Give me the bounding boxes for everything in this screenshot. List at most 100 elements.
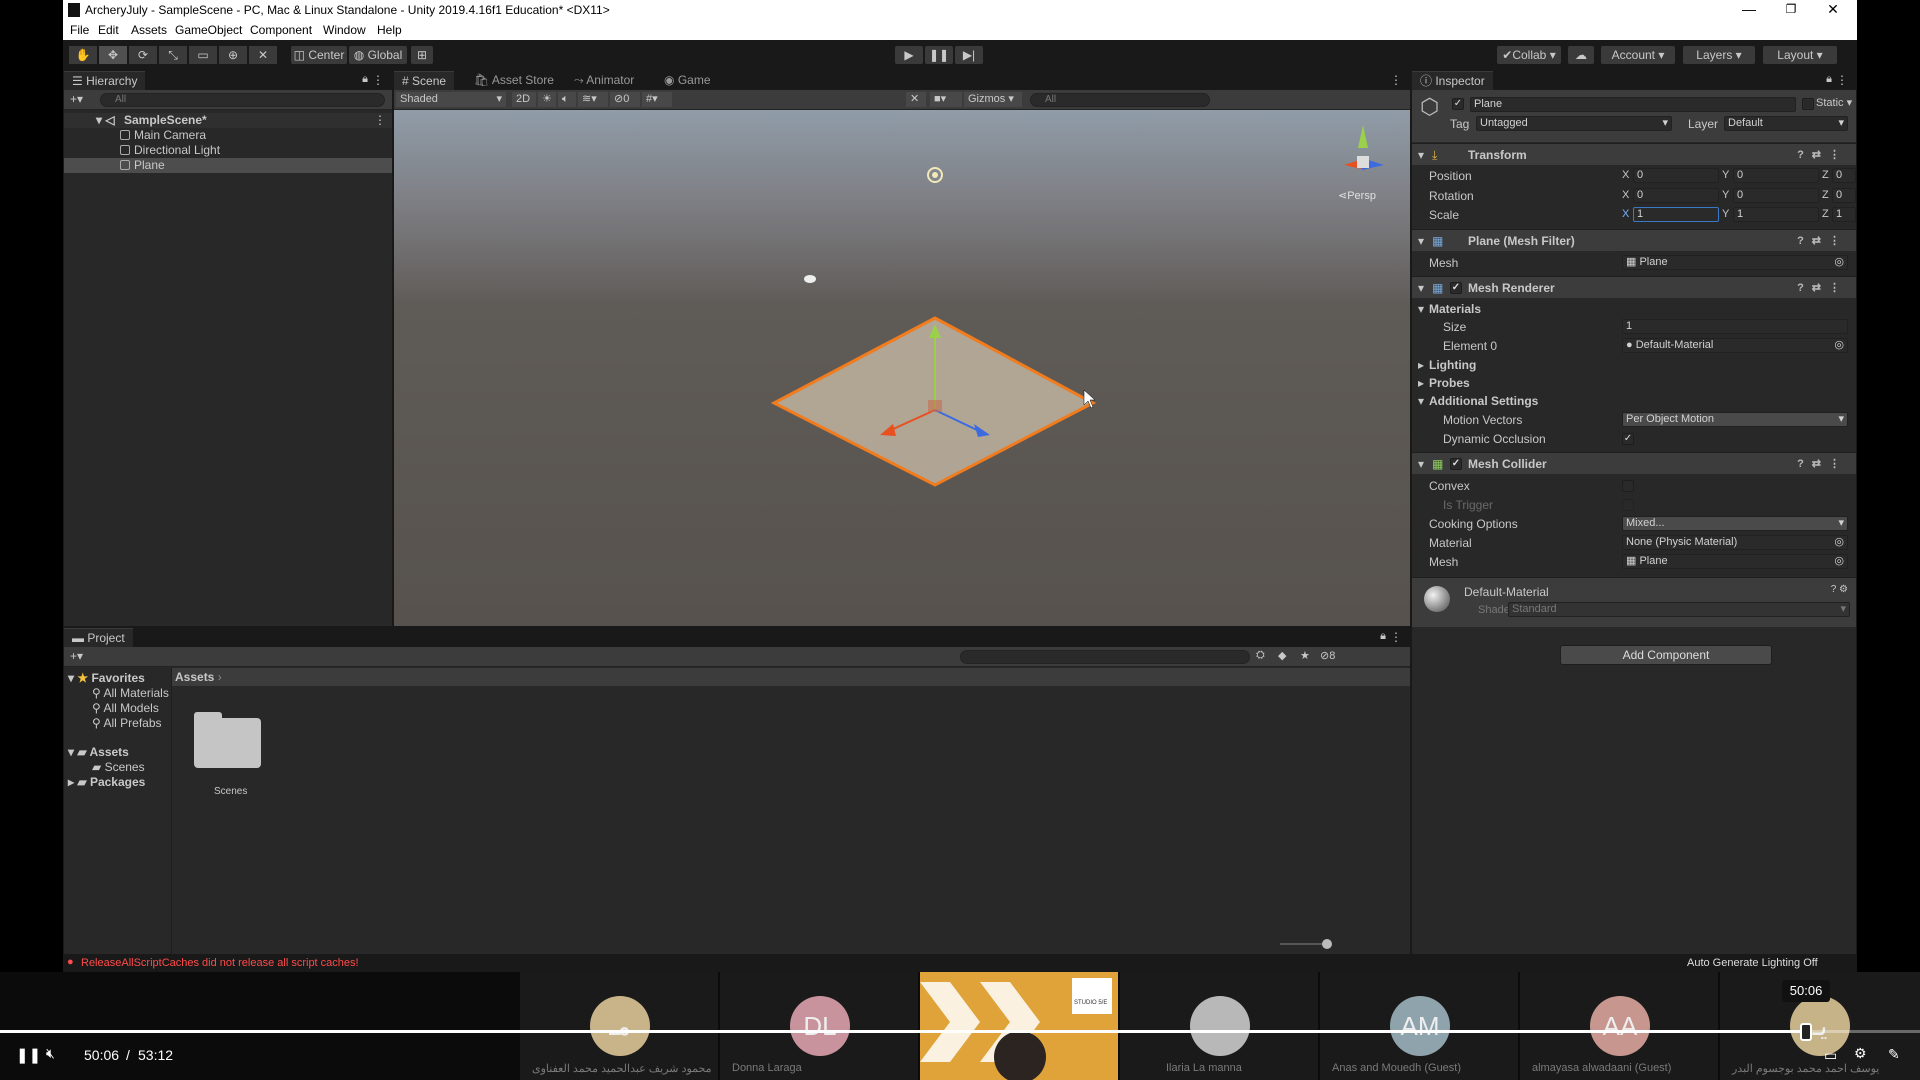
cloud-icon[interactable]: ☁ [1568,46,1594,64]
scale-x-field[interactable]: 1 [1633,207,1719,222]
scenes-folder-item[interactable] [194,712,262,770]
scale-tool-icon[interactable]: ⤡ [159,46,187,64]
tab-animator[interactable]: ⤳ Animator [566,71,643,90]
physic-material-field[interactable]: None (Physic Material) ◎ [1622,535,1848,550]
probes-foldout[interactable]: ▸ Probes [1412,375,1856,391]
pause-button[interactable]: ❚❚ [16,1046,41,1064]
convex-checkbox[interactable] [1622,480,1634,492]
collider-mesh-field[interactable]: ▦ Plane ◎ [1622,554,1848,569]
audio-toggle-icon[interactable]: 🔈︎ [558,92,576,107]
zoom-slider[interactable] [1280,943,1326,945]
custom-tool-icon[interactable]: ✕ [249,46,277,64]
mesh-collider-header[interactable]: ▾ ▦ ✓ Mesh Collider ?⇄⋮ [1412,452,1856,474]
component-actions-icons[interactable]: ?⇄⋮ [1797,277,1848,299]
gizmos-dropdown[interactable]: Gizmos ▾ [964,92,1022,107]
tab-asset-store[interactable]: 🛍︎ Asset Store [466,71,562,90]
foldout-icon[interactable]: ▾ [1418,144,1424,166]
additional-settings-foldout[interactable]: ▾ Additional Settings [1412,393,1856,409]
lock-icon[interactable]: 🔒︎ [362,73,368,86]
rect-tool-icon[interactable]: ▭ [189,46,217,64]
hierarchy-search-input[interactable]: All [100,93,385,107]
scene-search-input[interactable]: All [1030,93,1210,107]
close-button[interactable]: ✕ [1811,0,1855,21]
material-settings-icon[interactable]: ? ⚙ [1831,584,1848,595]
add-component-button[interactable]: Add Component [1560,645,1772,665]
move-tool-icon[interactable]: ✥ [99,46,127,64]
zoom-slider-handle[interactable] [1322,939,1332,949]
menu-window[interactable]: Window [323,23,366,37]
settings-gear-icon[interactable]: ⚙ [1854,1045,1867,1062]
orientation-y-icon[interactable] [1358,125,1368,148]
packages-tree-item[interactable]: ▸ ▰ Packages [68,775,145,790]
fav-all-materials[interactable]: ⚲ All Materials [92,686,169,701]
cooking-options-dropdown[interactable]: Mixed... ▾ [1622,516,1848,531]
mesh-filter-header[interactable]: ▾ ▦ Plane (Mesh Filter) ?⇄⋮ [1412,229,1856,251]
menu-gameobject[interactable]: GameObject [175,23,242,37]
filter-type-icon[interactable]: ⛭ [1256,649,1265,662]
materials-size-field[interactable]: 1 [1622,319,1848,334]
transform-header[interactable]: ▾ ⤓ Transform ?⇄⋮ [1412,143,1856,165]
dynamic-occlusion-checkbox[interactable]: ✓ [1622,433,1634,445]
step-button[interactable]: ▶| [955,46,983,64]
restore-button[interactable]: ❐ [1769,0,1813,21]
project-search-input[interactable] [960,650,1250,664]
motion-vectors-dropdown[interactable]: Per Object Motion ▾ [1622,412,1848,427]
menu-help[interactable]: Help [377,23,402,37]
tab-scene[interactable]: # Scene [394,71,455,90]
position-z-field[interactable]: 0 [1832,168,1856,183]
tab-hierarchy[interactable]: ☰ Hierarchy [64,71,146,90]
object-name-field[interactable]: Plane [1470,97,1796,112]
panel-menu-icon[interactable]: ⋮ [1390,73,1402,87]
static-checkbox[interactable] [1802,98,1814,110]
mesh-renderer-header[interactable]: ▾ ▦ ✓ Mesh Renderer ?⇄⋮ [1412,276,1856,298]
panel-menu-icon[interactable]: ⋮ [1390,630,1402,644]
center-handle[interactable] [928,400,942,412]
filter-label-icon[interactable]: ◆ [1278,649,1286,662]
component-actions-icons[interactable]: ?⇄⋮ [1797,453,1848,475]
account-dropdown[interactable]: Account ▾ [1601,46,1675,64]
menu-edit[interactable]: Edit [98,23,119,37]
projection-label[interactable]: ⋖Persp [1338,189,1376,202]
rotation-x-field[interactable]: 0 [1633,188,1719,203]
panel-menu-icon[interactable]: ⋮ [1836,73,1848,87]
is-trigger-checkbox[interactable] [1622,499,1634,511]
layers-dropdown[interactable]: Layers ▾ [1683,46,1755,64]
fav-all-models[interactable]: ⚲ All Models [92,701,159,716]
position-x-field[interactable]: 0 [1633,168,1719,183]
mesh-collider-enabled-checkbox[interactable]: ✓ [1450,458,1462,470]
seek-bar[interactable] [0,1030,1920,1033]
mesh-renderer-enabled-checkbox[interactable]: ✓ [1450,282,1462,294]
lighting-toggle-icon[interactable]: ☀ [538,92,556,107]
shader-dropdown[interactable]: Standard ▾ [1508,602,1850,617]
pivot-center-button[interactable]: ◫ Center [291,46,347,64]
lock-icon[interactable]: 🔒︎ [1380,630,1386,643]
grid-dropdown-icon[interactable]: #▾ [642,92,672,107]
layer-dropdown[interactable]: Default ▾ [1724,116,1848,131]
tab-game[interactable]: ◉ Game [656,71,719,90]
rotation-y-field[interactable]: 0 [1733,188,1819,203]
grid-snap-icon[interactable]: ⊞ [411,46,433,64]
scale-y-field[interactable]: 1 [1733,207,1819,222]
tab-inspector[interactable]: ⓘ Inspector [1412,71,1493,90]
foldout-icon[interactable]: ▾ [1418,277,1424,299]
hidden-packages-icon[interactable]: ⊘8 [1320,649,1335,662]
favorite-star-icon[interactable]: ★ [1300,649,1310,662]
mesh-field[interactable]: ▦ Plane ◎ [1622,255,1848,270]
material-section[interactable]: Default-Material Shader Standard ▾ ? ⚙ [1412,577,1856,627]
pause-button[interactable]: ❚❚ [925,46,953,64]
create-asset-icon[interactable]: +▾ [70,649,83,663]
assets-tree-item[interactable]: ▾ ▰ Assets [68,745,129,760]
captions-icon[interactable]: ▭ [1824,1047,1837,1064]
menu-component[interactable]: Component [250,23,312,37]
menu-file[interactable]: File [70,23,89,37]
active-checkbox[interactable]: ✓ [1452,98,1464,110]
panel-menu-icon[interactable]: ⋮ [372,73,384,87]
static-dropdown[interactable]: Static ▾ [1816,96,1852,109]
materials-foldout[interactable]: ▾ Materials [1412,301,1856,317]
foldout-icon[interactable]: ▾ [1418,453,1424,475]
seek-handle[interactable] [1800,1023,1813,1041]
list-item[interactable]: Directional Light [64,143,392,158]
camera-gizmo-icon[interactable] [804,275,816,283]
effects-dropdown-icon[interactable]: ≋▾ [578,92,608,107]
tag-dropdown[interactable]: Untagged ▾ [1476,116,1672,131]
